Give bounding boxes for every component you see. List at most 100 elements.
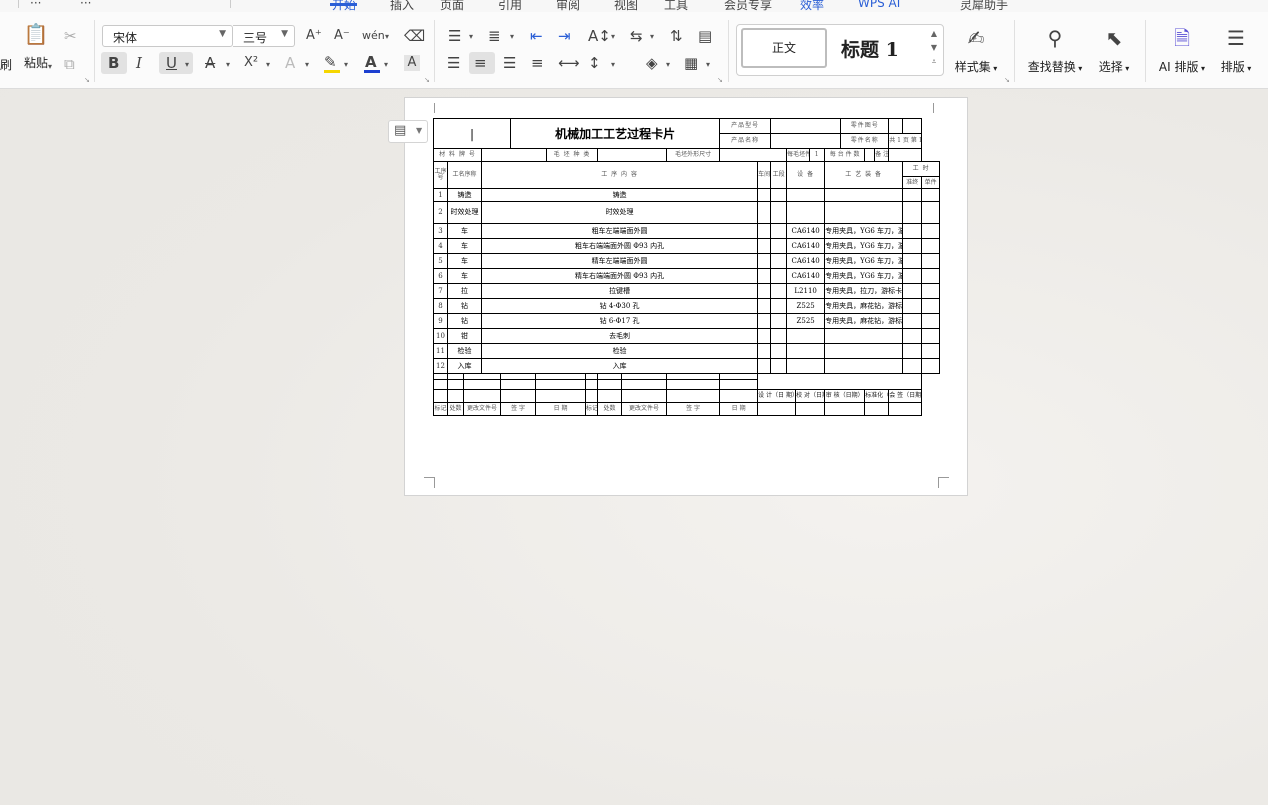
row-section[interactable] [770, 343, 788, 359]
paste-dropdown-caret[interactable]: ▾ [48, 62, 52, 71]
table-row[interactable]: 11 检验 检验 [433, 343, 940, 359]
strikethrough-button[interactable]: A [205, 55, 215, 71]
row-section[interactable] [770, 253, 788, 269]
remarks-value[interactable] [888, 148, 923, 162]
bold-button[interactable]: B [108, 55, 119, 71]
row-prep[interactable] [902, 238, 923, 254]
row-workshop[interactable] [757, 328, 772, 344]
borders-icon[interactable]: ▦ [684, 55, 698, 71]
row-workshop[interactable] [757, 238, 772, 254]
row-section[interactable] [770, 268, 788, 284]
row-prep[interactable] [902, 283, 923, 299]
table-handle[interactable]: ▤ ▼ [388, 120, 428, 143]
tab-review[interactable]: 审阅 [556, 0, 580, 12]
row-section[interactable] [770, 358, 788, 374]
strikethrough-dropdown-caret[interactable]: ▾ [226, 60, 230, 69]
tab-assistant[interactable]: 灵犀助手 [960, 0, 1008, 12]
tab-wps-ai[interactable]: WPS AI [858, 0, 900, 10]
product-name-value[interactable] [770, 133, 842, 149]
justify-icon[interactable]: ≡ [531, 55, 544, 71]
clear-format-icon[interactable]: ⌫ [404, 28, 425, 44]
row-unit[interactable] [921, 268, 940, 284]
increase-indent-icon[interactable]: ⇥ [558, 28, 571, 44]
format-painter-label[interactable]: 刷 [0, 56, 12, 73]
part-drawing-extra[interactable] [902, 118, 923, 134]
row-prep[interactable] [902, 328, 923, 344]
row-section[interactable] [770, 313, 788, 329]
standard-date-value[interactable] [864, 402, 890, 416]
line-spacing-icon[interactable]: ↕ [588, 55, 601, 71]
underline-button[interactable]: U [166, 55, 177, 71]
line-spacing-dropdown-caret[interactable]: ▾ [611, 60, 615, 69]
style-set-button[interactable]: ✍ 样式集 ▾ [948, 24, 1004, 75]
product-model-value[interactable] [770, 118, 842, 134]
text-direction-icon[interactable]: A↕ [588, 28, 611, 44]
row-section[interactable] [770, 238, 788, 254]
row-prep[interactable] [902, 358, 923, 374]
font-size-select[interactable]: 三号 ▼ [233, 25, 295, 47]
bullet-dropdown-caret[interactable]: ▾ [469, 32, 473, 41]
card-cursor-cell[interactable]: | [432, 118, 512, 149]
row-prep[interactable] [902, 253, 923, 269]
table-row[interactable]: 10 钳 去毛刺 [433, 328, 940, 344]
gallery-up-icon[interactable]: ▲ [929, 27, 939, 41]
phonetic-guide-icon[interactable]: wén [362, 28, 385, 44]
row-workshop[interactable] [757, 283, 772, 299]
row-workshop[interactable] [757, 223, 772, 239]
styles-dialog-launcher[interactable]: ↘ [1004, 76, 1010, 84]
row-prep[interactable] [902, 188, 923, 202]
tab-member[interactable]: 会员专享 [724, 0, 772, 12]
distribute-icon[interactable]: ⟷ [558, 55, 580, 71]
phonetic-dropdown-caret[interactable]: ▾ [385, 32, 389, 41]
clipboard-dialog-launcher[interactable]: ↘ [84, 76, 90, 84]
row-unit[interactable] [921, 201, 940, 224]
row-unit[interactable] [921, 238, 940, 254]
char-shading-button[interactable]: A [404, 55, 420, 71]
row-unit[interactable] [921, 298, 940, 314]
line-break-dropdown-caret[interactable]: ▾ [650, 32, 654, 41]
row-unit[interactable] [921, 358, 940, 374]
row-section[interactable] [770, 188, 788, 202]
copy-icon[interactable]: ⧉ [64, 56, 75, 72]
gallery-scroll[interactable]: ▲ ▼ ⩡ [929, 27, 939, 69]
decrease-indent-icon[interactable]: ⇤ [530, 28, 543, 44]
blank-type-value[interactable] [597, 148, 668, 162]
tab-home[interactable]: 开始 [332, 0, 356, 12]
row-prep[interactable] [902, 268, 923, 284]
layout-button[interactable]: ☰ 排版 ▾ [1216, 24, 1256, 75]
shading-dropdown-caret[interactable]: ▾ [666, 60, 670, 69]
sort-icon[interactable]: ⇅ [670, 28, 683, 44]
table-row[interactable]: 9 钻 钻 6-Φ17 孔 Z525 专用夹具，麻花钻，游标卡尺 [433, 313, 940, 329]
gallery-down-icon[interactable]: ▼ [929, 41, 939, 55]
tab-insert[interactable]: 插入 [390, 0, 414, 12]
paragraph-dialog-launcher[interactable]: ↘ [717, 76, 723, 84]
show-marks-icon[interactable]: ▤ [698, 28, 712, 44]
table-row[interactable]: 6 车 精车右端端面外圆 Φ93 内孔 CA6140 专用夹具，YG6 车刀，游… [433, 268, 940, 284]
row-unit[interactable] [921, 328, 940, 344]
tab-fragment[interactable]: ··· [30, 0, 41, 10]
align-left-icon[interactable]: ☰ [447, 55, 460, 71]
sign-date-value[interactable] [888, 402, 923, 416]
italic-button[interactable]: I [136, 55, 142, 71]
align-center-icon[interactable]: ≡ [474, 55, 487, 71]
align-right-icon[interactable]: ☰ [503, 55, 516, 71]
row-section[interactable] [770, 201, 788, 224]
tab-efficiency[interactable]: 效率 [800, 0, 824, 12]
row-workshop[interactable] [757, 253, 772, 269]
row-unit[interactable] [921, 283, 940, 299]
table-row[interactable]: 1 铸造 铸造 [433, 188, 940, 202]
check-date-value[interactable] [795, 402, 826, 416]
row-prep[interactable] [902, 201, 923, 224]
numbered-list-icon[interactable]: ≣ [488, 28, 501, 44]
parts-per-unit-value[interactable] [864, 148, 876, 162]
row-unit[interactable] [921, 253, 940, 269]
font-family-select[interactable]: 宋体 ▼ [102, 25, 233, 47]
font-color-dropdown-caret[interactable]: ▾ [384, 60, 388, 69]
bullet-list-icon[interactable]: ☰ [448, 28, 461, 44]
style-normal[interactable]: 正文 [741, 28, 827, 68]
cut-icon[interactable]: ✂ [64, 28, 77, 44]
row-section[interactable] [770, 283, 788, 299]
shading-icon[interactable]: ◈ [646, 55, 658, 71]
tab-view[interactable]: 视图 [614, 0, 638, 12]
find-replace-button[interactable]: ⚲ 查找替换 ▾ [1024, 24, 1086, 75]
